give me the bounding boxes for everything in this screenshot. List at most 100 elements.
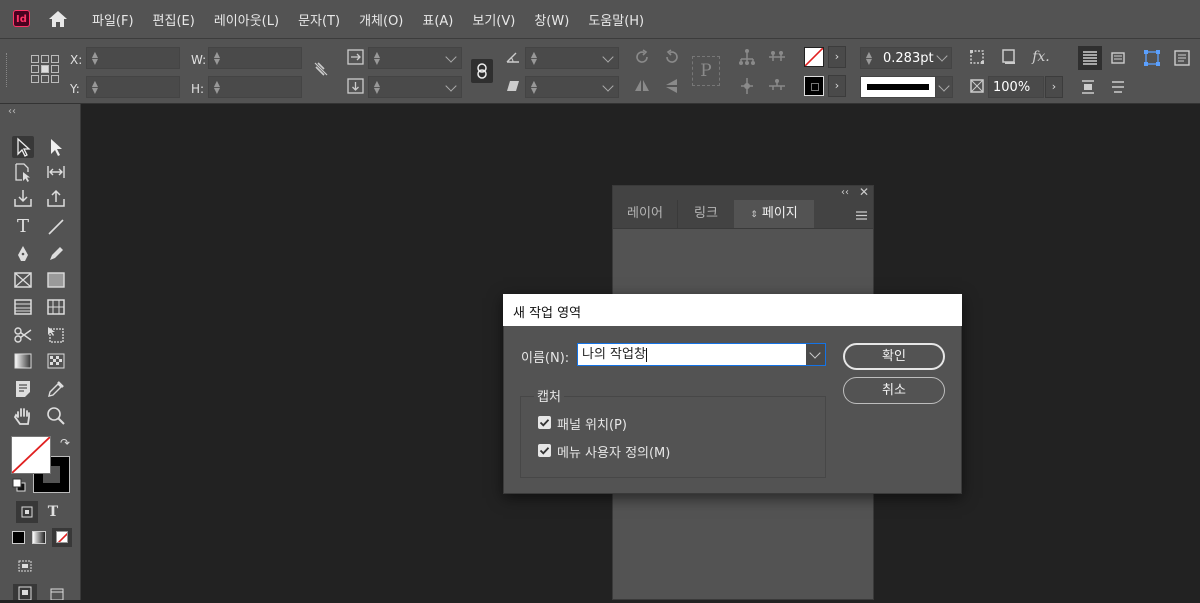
fill-color-proxy[interactable]	[11, 436, 51, 474]
tab-pages[interactable]: ⇕ 페이지	[734, 200, 814, 228]
rectangle-tool-icon[interactable]	[45, 269, 67, 291]
workspace-name-input[interactable]: 나의 작업창	[577, 343, 807, 366]
pen-tool-icon[interactable]	[12, 243, 34, 265]
stroke-dropdown-arrow[interactable]: ›	[828, 75, 846, 97]
select-next-icon[interactable]	[767, 76, 787, 96]
zoom-tool-icon[interactable]	[45, 405, 67, 427]
stroke-type-field[interactable]	[860, 76, 936, 98]
type-tool-icon[interactable]: T	[12, 216, 34, 238]
name-dropdown-button[interactable]	[806, 343, 826, 366]
selection-tool-icon[interactable]	[12, 136, 34, 158]
panel-grip[interactable]	[6, 53, 10, 87]
auto-fit-icon[interactable]	[1142, 48, 1162, 68]
gradient-swatch-tool-icon[interactable]	[12, 350, 34, 372]
y-field[interactable]: ▲ ▼	[86, 76, 180, 98]
hand-tool-icon[interactable]	[12, 405, 34, 427]
scissors-tool-icon[interactable]	[12, 324, 34, 346]
select-content-icon[interactable]	[767, 47, 787, 67]
scale-x-field[interactable]: ▲ ▼	[368, 47, 462, 69]
tab-layers[interactable]: 레이어	[613, 200, 677, 228]
panel-locations-checkbox[interactable]	[538, 416, 551, 429]
align-middle-icon[interactable]	[1078, 77, 1098, 97]
menu-view[interactable]: 보기(V)	[472, 10, 515, 29]
apply-gradient-icon[interactable]	[32, 531, 46, 544]
panel-menu-icon[interactable]	[856, 209, 867, 220]
toolbar-collapse-icon[interactable]: ‹‹	[8, 106, 16, 117]
stroke-weight-dropdown[interactable]	[934, 47, 952, 69]
swap-fill-stroke-icon[interactable]: ↷	[60, 436, 74, 450]
grid-table-icon[interactable]	[45, 296, 67, 318]
panel-collapse-icon[interactable]: ‹‹	[841, 187, 849, 198]
fill-dropdown-arrow[interactable]: ›	[828, 46, 846, 68]
stroke-weight-value: 0.283pt	[883, 51, 934, 66]
free-transform-tool-icon[interactable]	[45, 324, 67, 346]
name-label: 이름(N):	[521, 351, 570, 366]
default-fill-stroke-icon[interactable]	[12, 478, 26, 492]
drop-shadow-icon[interactable]	[999, 47, 1019, 67]
home-icon[interactable]	[47, 9, 69, 29]
cancel-button[interactable]: 취소	[843, 377, 945, 404]
rectangle-frame-tool-icon[interactable]	[12, 269, 34, 291]
opacity-value: 100%	[993, 80, 1031, 95]
rotate-field[interactable]: ▲ ▼	[525, 47, 619, 69]
apply-none-icon[interactable]	[52, 528, 72, 547]
menu-customization-checkbox[interactable]	[538, 444, 551, 457]
w-field[interactable]: ▲ ▼	[208, 47, 302, 69]
stroke-type-dropdown[interactable]	[935, 76, 953, 98]
pencil-tool-icon[interactable]	[45, 243, 67, 265]
page-tool-icon[interactable]	[12, 161, 34, 183]
opacity-icon	[967, 76, 987, 96]
frame-fitting-icon[interactable]	[967, 47, 987, 67]
note-tool-icon[interactable]	[12, 378, 34, 400]
table-tool-icon[interactable]	[12, 296, 34, 318]
select-container-icon[interactable]	[737, 47, 757, 67]
tab-pages-label: 페이지	[761, 206, 798, 221]
gap-tool-icon[interactable]	[45, 161, 67, 183]
flip-vertical-icon[interactable]	[662, 76, 682, 96]
formatting-text-icon[interactable]: T	[42, 501, 64, 523]
menu-file[interactable]: 파일(F)	[92, 10, 134, 29]
shear-field[interactable]: ▲ ▼	[525, 76, 619, 98]
constrain-proportions-icon[interactable]	[311, 59, 331, 79]
reference-point-icon[interactable]	[31, 55, 59, 83]
gradient-feather-tool-icon[interactable]	[45, 350, 67, 372]
h-field[interactable]: ▲ ▼	[208, 76, 302, 98]
content-placer-icon[interactable]	[45, 187, 67, 209]
normal-view-icon[interactable]	[13, 584, 37, 601]
align-top-icon[interactable]	[1078, 46, 1102, 70]
opacity-field[interactable]: 100%	[988, 76, 1044, 98]
x-field[interactable]: ▲ ▼	[86, 47, 180, 69]
apply-color-icon[interactable]	[12, 531, 25, 544]
menu-help[interactable]: 도움말(H)	[588, 10, 644, 29]
direct-selection-tool-icon[interactable]	[45, 136, 67, 158]
menu-table[interactable]: 표(A)	[422, 10, 453, 29]
screen-mode-icon[interactable]	[14, 556, 36, 578]
rotate-cw-icon[interactable]	[632, 47, 652, 67]
content-collector-icon[interactable]	[12, 187, 34, 209]
align-bottom-icon[interactable]	[1108, 77, 1128, 97]
select-previous-icon[interactable]	[737, 76, 757, 96]
rotate-ccw-icon[interactable]	[662, 47, 682, 67]
fill-swatch[interactable]	[804, 47, 824, 67]
formatting-container-icon[interactable]	[16, 501, 38, 523]
text-frame-icon[interactable]	[1172, 48, 1192, 68]
menu-layout[interactable]: 레이아웃(L)	[214, 10, 279, 29]
line-tool-icon[interactable]	[45, 216, 67, 238]
menu-edit[interactable]: 편집(E)	[153, 10, 195, 29]
effects-fx-button[interactable]: fx.	[1031, 47, 1051, 67]
stroke-swatch[interactable]	[804, 76, 824, 96]
path-icon[interactable]: P	[692, 56, 720, 86]
scale-y-field[interactable]: ▲ ▼	[368, 76, 462, 98]
menu-window[interactable]: 창(W)	[534, 10, 569, 29]
eyedropper-tool-icon[interactable]	[45, 378, 67, 400]
link-scale-icon[interactable]	[471, 59, 493, 83]
flip-horizontal-icon[interactable]	[632, 76, 652, 96]
menu-type[interactable]: 문자(T)	[298, 10, 340, 29]
menu-object[interactable]: 개체(O)	[359, 10, 403, 29]
preview-view-icon[interactable]	[47, 586, 67, 601]
opacity-dropdown-arrow[interactable]: ›	[1045, 76, 1063, 98]
panel-close-icon[interactable]: ✕	[859, 185, 869, 199]
tab-links[interactable]: 링크	[677, 200, 735, 228]
align-center-icon[interactable]	[1108, 48, 1128, 68]
ok-button[interactable]: 확인	[843, 343, 945, 370]
